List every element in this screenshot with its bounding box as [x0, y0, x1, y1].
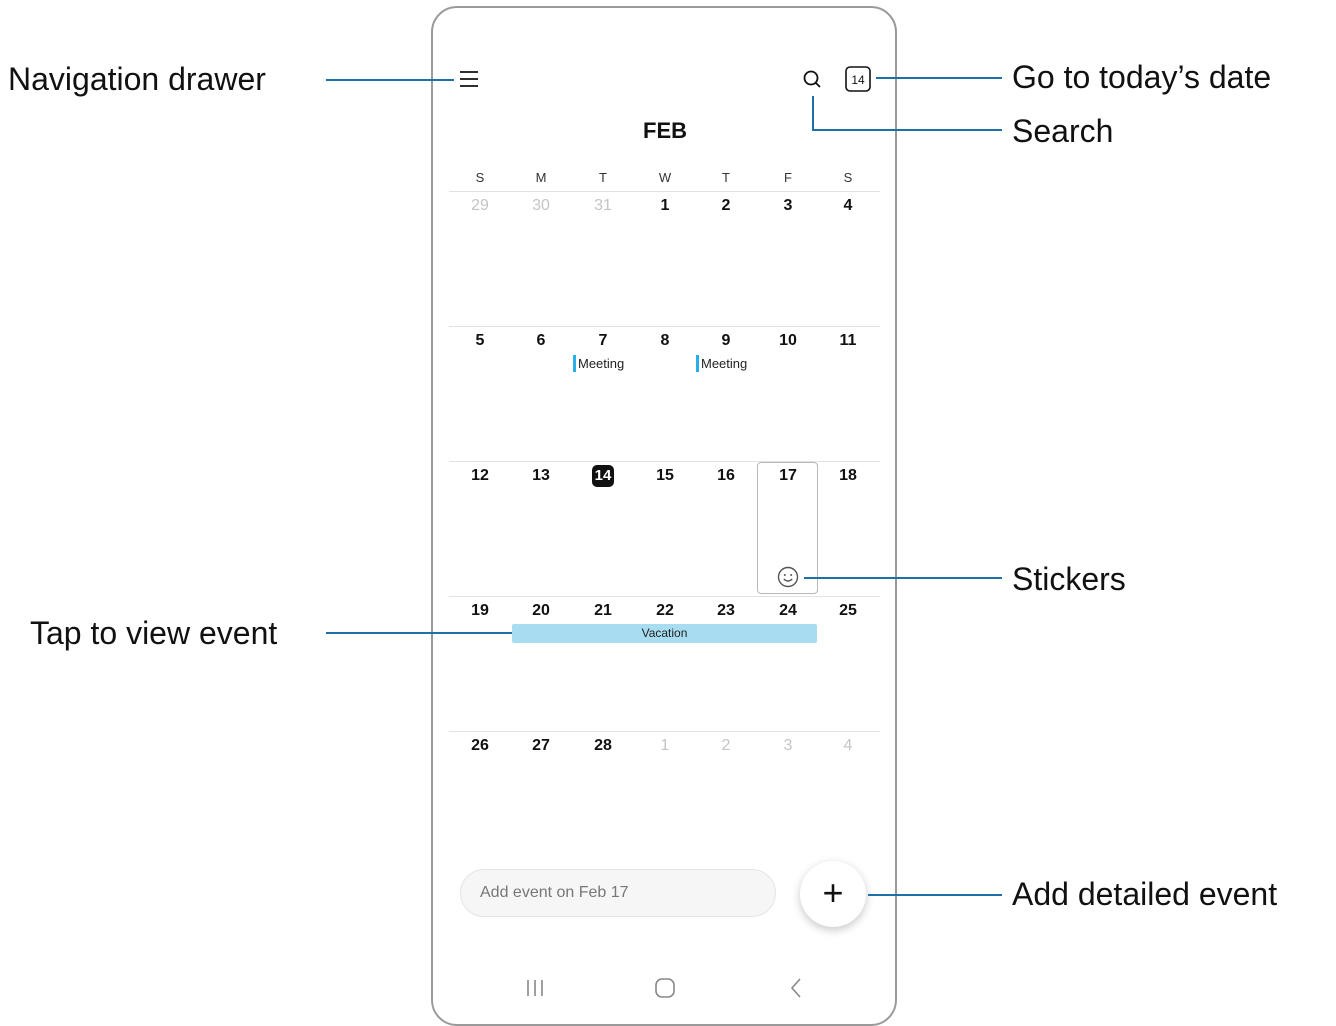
sticker-smiley-icon[interactable]: [776, 565, 800, 589]
weekday-label: W: [658, 170, 672, 185]
callout-search: Search: [1012, 113, 1114, 149]
day-cell[interactable]: 2: [706, 197, 746, 215]
callout-line: [812, 96, 814, 131]
callout-line: [868, 894, 1002, 896]
vacation-event[interactable]: Vacation: [512, 624, 817, 643]
day-cell[interactable]: 5: [460, 332, 500, 350]
day-cell[interactable]: 13: [521, 467, 561, 485]
weekday-label: S: [843, 170, 853, 185]
day-cell[interactable]: 22: [645, 602, 685, 620]
callout-go-to-today: Go to today’s date: [1012, 59, 1272, 95]
day-cell[interactable]: 24: [768, 602, 808, 620]
day-cell[interactable]: 1: [645, 737, 685, 755]
day-cell[interactable]: 23: [706, 602, 746, 620]
weekday-label: T: [599, 170, 607, 185]
day-cell[interactable]: 4: [828, 737, 868, 755]
week-divider: [449, 191, 880, 192]
callout-line: [326, 632, 512, 634]
day-cell[interactable]: 20: [521, 602, 561, 620]
add-detailed-event-button[interactable]: +: [800, 861, 866, 927]
day-cell[interactable]: 17: [768, 467, 808, 485]
today-marker: 14: [592, 465, 614, 487]
day-cell[interactable]: 1: [645, 197, 685, 215]
day-cell[interactable]: 30: [521, 197, 561, 215]
today-calendar-icon[interactable]: 14: [844, 65, 872, 93]
day-cell[interactable]: 7: [583, 332, 623, 350]
weekday-label: S: [475, 170, 485, 185]
day-cell[interactable]: 6: [521, 332, 561, 350]
day-cell[interactable]: 3: [768, 737, 808, 755]
callout-stickers: Stickers: [1012, 561, 1126, 597]
month-title: FEB: [643, 118, 687, 143]
day-cell[interactable]: 31: [583, 197, 623, 215]
back-icon[interactable]: [788, 977, 804, 999]
callout-line: [326, 79, 454, 81]
day-cell[interactable]: 9: [706, 332, 746, 350]
day-cell[interactable]: 4: [828, 197, 868, 215]
week-divider: [449, 596, 880, 597]
day-cell[interactable]: 15: [645, 467, 685, 485]
day-cell[interactable]: 3: [768, 197, 808, 215]
today-day-cell[interactable]: 14: [583, 465, 623, 487]
week-divider: [449, 731, 880, 732]
day-cell[interactable]: 21: [583, 602, 623, 620]
day-cell[interactable]: 16: [706, 467, 746, 485]
search-icon[interactable]: [800, 67, 824, 91]
day-cell[interactable]: 10: [768, 332, 808, 350]
day-cell[interactable]: 2: [706, 737, 746, 755]
recent-apps-icon[interactable]: [524, 978, 546, 998]
week-divider: [449, 326, 880, 327]
day-cell[interactable]: 27: [521, 737, 561, 755]
today-icon-number: 14: [851, 73, 865, 87]
home-icon[interactable]: [654, 977, 676, 999]
callout-tap-to-view-event: Tap to view event: [30, 615, 278, 651]
weekday-label: T: [722, 170, 730, 185]
callout-line: [876, 77, 1002, 79]
callout-line: [804, 577, 1002, 579]
quick-add-event-input[interactable]: Add event on Feb 17: [460, 869, 776, 917]
weekday-label: F: [784, 170, 792, 185]
day-cell[interactable]: 18: [828, 467, 868, 485]
callout-navigation-drawer: Navigation drawer: [8, 61, 266, 97]
day-cell[interactable]: 26: [460, 737, 500, 755]
day-cell[interactable]: 25: [828, 602, 868, 620]
day-cell[interactable]: 29: [460, 197, 500, 215]
callout-add-detailed-event: Add detailed event: [1012, 876, 1278, 912]
weekday-label: M: [535, 170, 547, 185]
day-cell[interactable]: 8: [645, 332, 685, 350]
day-cell[interactable]: 19: [460, 602, 500, 620]
hamburger-menu-icon[interactable]: [458, 68, 480, 90]
day-cell[interactable]: 11: [828, 332, 868, 350]
callout-line: [812, 129, 1002, 131]
day-cell[interactable]: 12: [460, 467, 500, 485]
meeting-event[interactable]: Meeting: [696, 355, 747, 372]
day-cell[interactable]: 28: [583, 737, 623, 755]
meeting-event[interactable]: Meeting: [573, 355, 624, 372]
